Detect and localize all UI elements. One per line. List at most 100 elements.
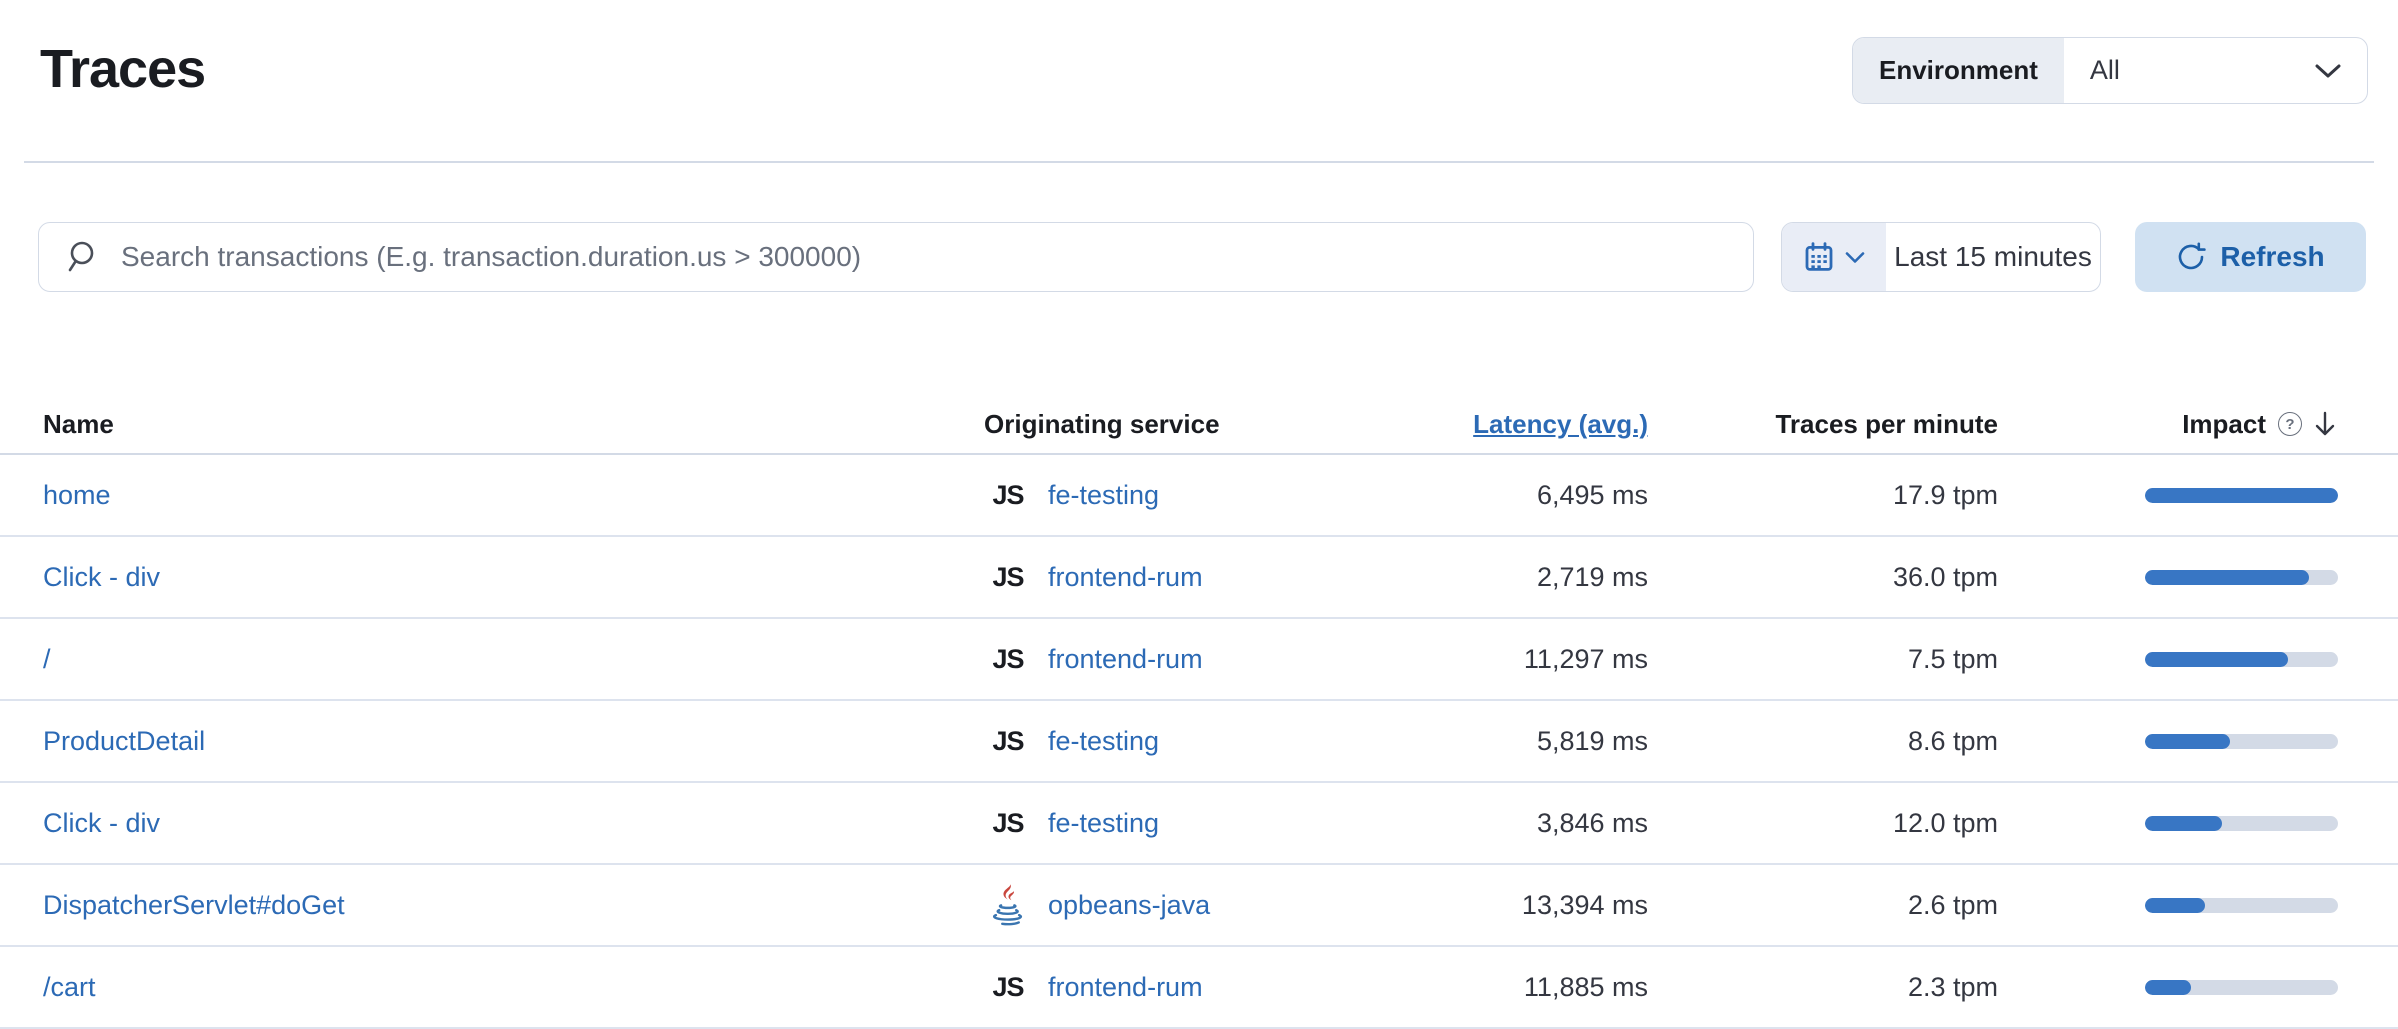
originating-service-cell: JS fe-testing	[984, 480, 1454, 511]
trace-name-link[interactable]: DispatcherServlet#doGet	[43, 890, 345, 921]
refresh-icon	[2176, 242, 2206, 272]
impact-cell	[1998, 734, 2338, 749]
latency-sort-link[interactable]: Latency (avg.)	[1473, 409, 1648, 440]
impact-bar-track	[2145, 816, 2338, 831]
traces-per-minute-cell: 8.6 tpm	[1648, 726, 1998, 757]
environment-selected-option: All	[2090, 55, 2120, 86]
time-range-picker: Last 15 minutes	[1781, 222, 2101, 292]
originating-service-cell: JS frontend-rum	[984, 644, 1454, 675]
refresh-button-label: Refresh	[2220, 241, 2324, 273]
environment-select[interactable]: Environment All	[1852, 37, 2368, 104]
impact-bar-track	[2145, 488, 2338, 503]
service-link[interactable]: opbeans-java	[1048, 890, 1210, 921]
sort-descending-arrow-icon	[2312, 410, 2338, 438]
column-header-impact[interactable]: Impact ?	[1998, 409, 2338, 440]
impact-bar-fill	[2145, 488, 2338, 503]
traces-per-minute-cell: 17.9 tpm	[1648, 480, 1998, 511]
latency-cell: 6,495 ms	[1454, 480, 1648, 511]
header-divider	[24, 161, 2374, 163]
traces-per-minute-cell: 7.5 tpm	[1648, 644, 1998, 675]
traces-table: Name Originating service Latency (avg.) …	[0, 395, 2398, 1029]
js-agent-icon: JS	[992, 644, 1023, 675]
trace-name-link[interactable]: /cart	[43, 972, 96, 1003]
table-header-row: Name Originating service Latency (avg.) …	[0, 395, 2398, 455]
service-link[interactable]: fe-testing	[1048, 480, 1159, 511]
agent-icon-box: JS	[984, 726, 1032, 757]
trace-row: / JS frontend-rum 11,297 ms 7.5 tpm	[0, 619, 2398, 701]
agent-icon-box: JS	[984, 562, 1032, 593]
trace-name-cell: Click - div	[43, 808, 984, 839]
help-icon[interactable]: ?	[2278, 412, 2302, 436]
trace-row: ProductDetail JS fe-testing 5,819 ms 8.6…	[0, 701, 2398, 783]
trace-name-cell: DispatcherServlet#doGet	[43, 890, 984, 921]
latency-cell: 5,819 ms	[1454, 726, 1648, 757]
traces-per-minute-cell: 36.0 tpm	[1648, 562, 1998, 593]
trace-row: Click - div JS fe-testing 3,846 ms 12.0 …	[0, 783, 2398, 865]
trace-name-link[interactable]: home	[43, 480, 111, 511]
latency-cell: 11,297 ms	[1454, 644, 1648, 675]
trace-name-cell: home	[43, 480, 984, 511]
column-header-originating-service: Originating service	[984, 409, 1454, 440]
impact-cell	[1998, 570, 2338, 585]
trace-name-link[interactable]: ProductDetail	[43, 726, 205, 757]
originating-service-cell: JS fe-testing	[984, 808, 1454, 839]
impact-cell	[1998, 488, 2338, 503]
time-range-value[interactable]: Last 15 minutes	[1886, 223, 2100, 291]
originating-service-cell: opbeans-java	[984, 882, 1454, 928]
impact-bar-fill	[2145, 652, 2288, 667]
originating-service-cell: JS fe-testing	[984, 726, 1454, 757]
latency-cell: 3,846 ms	[1454, 808, 1648, 839]
js-agent-icon: JS	[992, 562, 1023, 593]
chevron-down-icon	[1845, 251, 1865, 264]
trace-row: home JS fe-testing 6,495 ms 17.9 tpm	[0, 455, 2398, 537]
column-header-traces-per-minute: Traces per minute	[1648, 409, 1998, 440]
service-link[interactable]: fe-testing	[1048, 726, 1159, 757]
agent-icon-box: JS	[984, 480, 1032, 511]
table-body: home JS fe-testing 6,495 ms 17.9 tpm Cli…	[0, 455, 2398, 1029]
column-header-name: Name	[43, 409, 984, 440]
js-agent-icon: JS	[992, 726, 1023, 757]
trace-row: /cart JS frontend-rum 11,885 ms 2.3 tpm	[0, 947, 2398, 1029]
agent-icon-box: JS	[984, 644, 1032, 675]
refresh-button[interactable]: Refresh	[2135, 222, 2366, 292]
trace-name-link[interactable]: /	[43, 644, 51, 675]
quick-select-menu-button[interactable]	[1782, 223, 1886, 291]
page-title: Traces	[40, 38, 205, 100]
impact-bar-track	[2145, 898, 2338, 913]
trace-name-cell: /cart	[43, 972, 984, 1003]
service-link[interactable]: frontend-rum	[1048, 972, 1203, 1003]
trace-name-link[interactable]: Click - div	[43, 562, 160, 593]
column-header-latency: Latency (avg.)	[1454, 409, 1648, 440]
calendar-icon	[1803, 241, 1835, 273]
trace-name-link[interactable]: Click - div	[43, 808, 160, 839]
impact-bar-fill	[2145, 570, 2309, 585]
js-agent-icon: JS	[992, 972, 1023, 1003]
agent-icon-box: JS	[984, 808, 1032, 839]
latency-cell: 11,885 ms	[1454, 972, 1648, 1003]
environment-select-label: Environment	[1853, 38, 2064, 103]
latency-cell: 13,394 ms	[1454, 890, 1648, 921]
service-link[interactable]: fe-testing	[1048, 808, 1159, 839]
trace-row: Click - div JS frontend-rum 2,719 ms 36.…	[0, 537, 2398, 619]
originating-service-cell: JS frontend-rum	[984, 562, 1454, 593]
trace-name-cell: Click - div	[43, 562, 984, 593]
chevron-down-icon	[2315, 63, 2341, 79]
service-link[interactable]: frontend-rum	[1048, 644, 1203, 675]
impact-bar-fill	[2145, 816, 2222, 831]
agent-icon-box	[984, 882, 1032, 928]
agent-icon-box: JS	[984, 972, 1032, 1003]
traces-per-minute-cell: 12.0 tpm	[1648, 808, 1998, 839]
js-agent-icon: JS	[992, 808, 1023, 839]
traces-per-minute-cell: 2.3 tpm	[1648, 972, 1998, 1003]
impact-bar-track	[2145, 652, 2338, 667]
impact-bar-track	[2145, 734, 2338, 749]
search-icon	[66, 239, 102, 275]
service-link[interactable]: frontend-rum	[1048, 562, 1203, 593]
search-input[interactable]	[38, 222, 1754, 292]
search-bar	[38, 222, 1754, 292]
latency-cell: 2,719 ms	[1454, 562, 1648, 593]
impact-cell	[1998, 816, 2338, 831]
impact-cell	[1998, 980, 2338, 995]
environment-select-value[interactable]: All	[2064, 38, 2367, 103]
impact-header-label: Impact	[2182, 409, 2266, 440]
